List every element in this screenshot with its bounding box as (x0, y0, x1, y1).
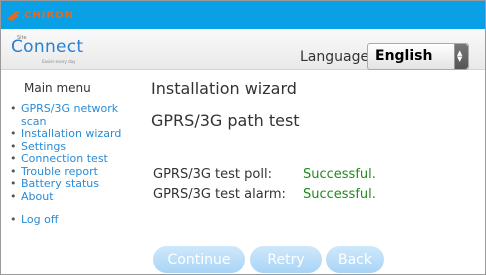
page-subtitle: GPRS/3G path test (151, 111, 300, 130)
menu-item-network-scan[interactable]: GPRS/3G network scan (6, 102, 141, 128)
result-value: Successful. (303, 167, 376, 182)
menu-item-about[interactable]: About (6, 190, 141, 204)
result-value: Successful. (303, 187, 376, 202)
menu-item-connection-test[interactable]: Connection test (6, 152, 141, 166)
page-title: Installation wizard (151, 79, 297, 98)
language-select[interactable]: English ▲ ▼ (367, 43, 469, 70)
result-label: GPRS/3G test alarm: (153, 187, 286, 202)
app-window: CHIRON Site Connect Easier every day Lan… (0, 0, 486, 275)
language-selected-value: English (375, 48, 433, 64)
menu-item-installation-wizard[interactable]: Installation wizard (6, 127, 141, 141)
menu-item-battery-status[interactable]: Battery status (6, 177, 141, 191)
logo-tagline: Easier every day (42, 59, 76, 64)
main-menu: GPRS/3G network scan Installation wizard… (6, 102, 141, 227)
language-label: Language: (300, 49, 374, 65)
result-label: GPRS/3G test poll: (153, 167, 272, 182)
chiron-brand-text: CHIRON (24, 9, 74, 21)
dropdown-arrows-icon: ▲ ▼ (454, 44, 468, 69)
logo-site-text: Site (17, 35, 27, 41)
retry-button[interactable]: Retry (250, 246, 322, 273)
main-menu-title: Main menu (24, 81, 91, 95)
top-bar: CHIRON (1, 1, 485, 29)
chiron-bird-icon (6, 8, 22, 22)
chiron-logo: CHIRON (6, 4, 74, 26)
site-connect-logo: Site Connect Easier every day (11, 35, 83, 64)
menu-item-log-off[interactable]: Log off (6, 213, 141, 227)
back-button[interactable]: Back (326, 246, 384, 273)
continue-button[interactable]: Continue (153, 246, 245, 273)
